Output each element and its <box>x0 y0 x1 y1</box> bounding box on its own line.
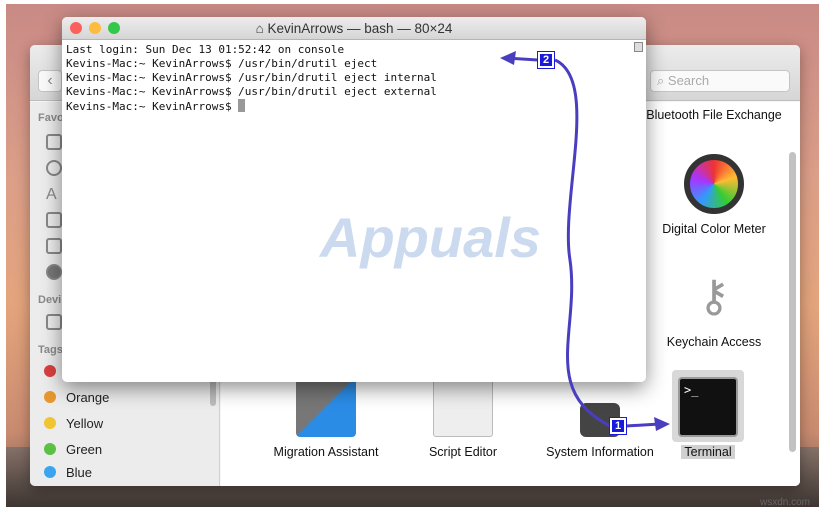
arrow-to-terminal-app <box>625 422 661 428</box>
annotation-badge-1: 1 <box>609 417 627 435</box>
annotation-badge-2: 2 <box>537 51 555 69</box>
annotation-arrows <box>500 51 670 431</box>
arrowhead-2 <box>500 51 516 65</box>
connector-curve <box>554 58 611 428</box>
arrowhead-1 <box>654 417 670 431</box>
site-watermark: wsxdn.com <box>760 497 811 508</box>
